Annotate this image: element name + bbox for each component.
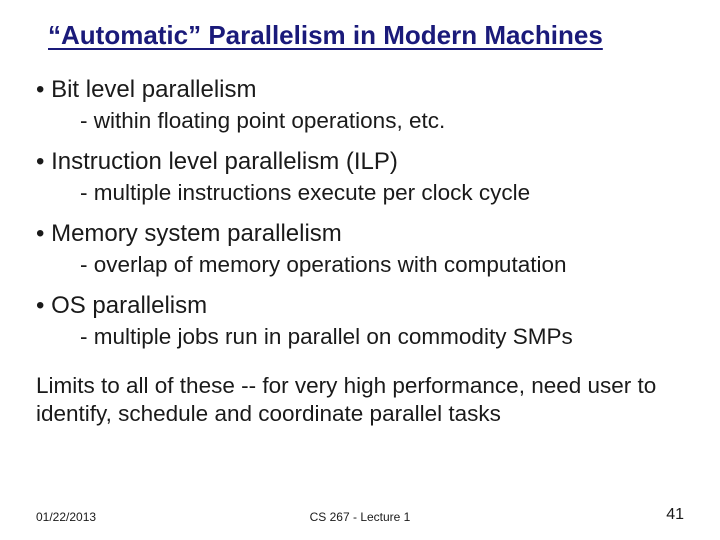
bullet-2-text: Instruction level parallelism (ILP) [51, 148, 398, 175]
bullet-1-sub-text: within floating point operations, etc. [94, 108, 445, 133]
bullet-1-text: Bit level parallelism [51, 76, 256, 103]
closing-text: Limits to all of these -- for very high … [36, 372, 684, 428]
bullet-4-text: OS parallelism [51, 292, 207, 319]
bullet-3: • Memory system parallelism [36, 220, 684, 248]
footer-center: CS 267 - Lecture 1 [36, 510, 684, 524]
bullet-2-sub: - multiple instructions execute per cloc… [80, 180, 684, 206]
bullet-4: • OS parallelism [36, 292, 684, 320]
bullet-2: • Instruction level parallelism (ILP) [36, 148, 684, 176]
bullet-3-text: Memory system parallelism [51, 220, 342, 247]
bullet-3-sub: - overlap of memory operations with comp… [80, 252, 684, 278]
bullet-3-sub-text: overlap of memory operations with comput… [94, 252, 567, 277]
bullet-4-sub-text: multiple jobs run in parallel on commodi… [94, 324, 573, 349]
bullet-4-sub: - multiple jobs run in parallel on commo… [80, 324, 684, 350]
bullet-1-sub: - within floating point operations, etc. [80, 108, 684, 134]
slide-body: • Bit level parallelism - within floatin… [36, 62, 684, 428]
slide: “Automatic” Parallelism in Modern Machin… [0, 0, 720, 540]
footer-page: 41 [666, 506, 684, 524]
bullet-2-sub-text: multiple instructions execute per clock … [94, 180, 530, 205]
slide-title: “Automatic” Parallelism in Modern Machin… [48, 20, 680, 51]
bullet-1: • Bit level parallelism [36, 76, 684, 104]
